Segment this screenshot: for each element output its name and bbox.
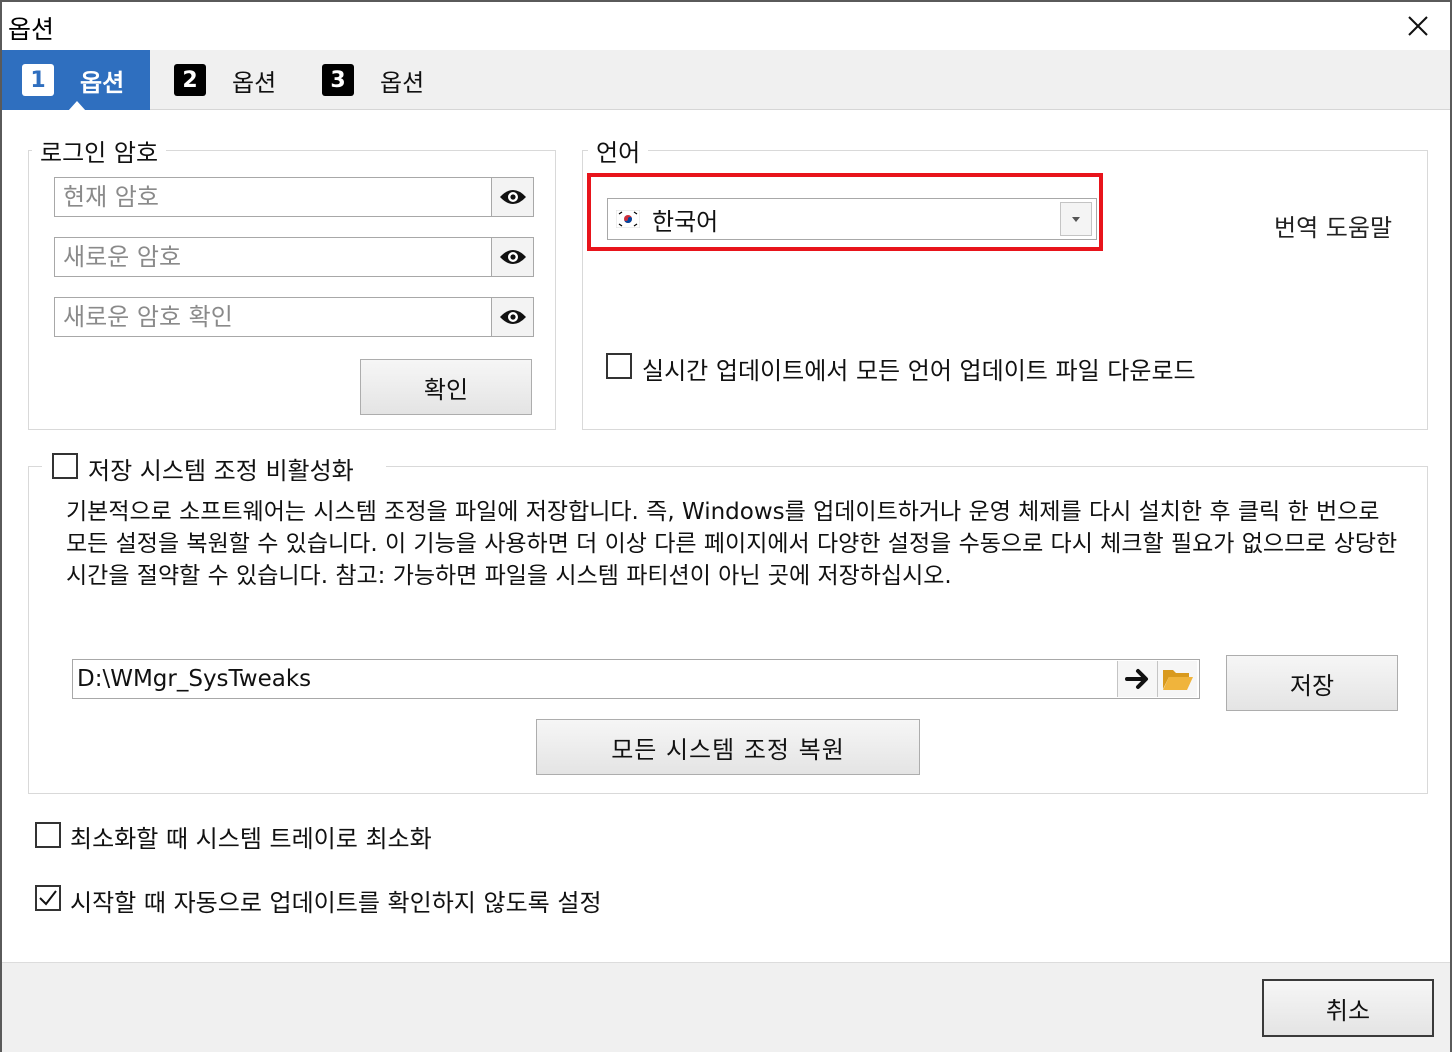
language-legend: 언어 xyxy=(588,133,649,168)
close-button[interactable] xyxy=(1394,6,1442,46)
show-password-button[interactable] xyxy=(491,238,533,276)
tab-label: 옵션 xyxy=(232,68,277,97)
language-select[interactable]: 한국어 xyxy=(607,198,1097,240)
no-auto-update-label: 시작할 때 자동으로 업데이트를 확인하지 않도록 설정 xyxy=(70,889,602,917)
tab-number-badge: 3 xyxy=(322,64,354,96)
download-all-languages-checkbox[interactable] xyxy=(606,353,632,379)
folder-open-icon xyxy=(1162,670,1193,690)
new-password-input[interactable] xyxy=(55,238,491,276)
confirm-new-password-input[interactable] xyxy=(55,298,491,336)
disable-save-tweaks-label: 저장 시스템 조정 비활성화 xyxy=(88,457,354,485)
tab-options-2[interactable]: 2 옵션 xyxy=(154,50,300,110)
eye-icon xyxy=(499,190,526,204)
tab-options-3[interactable]: 3 옵션 xyxy=(302,50,448,110)
current-password-field[interactable] xyxy=(54,177,534,217)
save-path-field[interactable] xyxy=(72,659,1200,699)
active-tab-indicator xyxy=(68,101,86,111)
browse-folder-button[interactable] xyxy=(1157,661,1197,697)
download-all-languages-label: 실시간 업데이트에서 모든 언어 업데이트 파일 다운로드 xyxy=(642,357,1196,385)
tab-number-badge: 2 xyxy=(174,64,206,96)
chevron-down-icon xyxy=(1072,216,1080,222)
minimize-to-tray-label: 최소화할 때 시스템 트레이로 최소화 xyxy=(70,825,432,853)
footer-bar: 취소 xyxy=(2,962,1450,1052)
current-password-input[interactable] xyxy=(55,178,491,216)
show-password-button[interactable] xyxy=(491,178,533,216)
show-password-button[interactable] xyxy=(491,298,533,336)
minimize-to-tray-checkbox[interactable] xyxy=(35,822,61,848)
new-password-field[interactable] xyxy=(54,237,534,277)
tab-options-1[interactable]: 1 옵션 xyxy=(2,50,150,111)
arrow-right-icon xyxy=(1124,669,1148,689)
go-to-path-button[interactable] xyxy=(1117,661,1157,697)
tab-label: 옵션 xyxy=(80,68,125,97)
disable-save-tweaks-checkbox[interactable] xyxy=(52,453,78,479)
save-tweaks-description: 기본적으로 소프트웨어는 시스템 조정을 파일에 저장합니다. 즉, Windo… xyxy=(66,499,1398,589)
dropdown-button[interactable] xyxy=(1060,202,1092,236)
eye-icon xyxy=(499,250,526,264)
language-selected-value: 한국어 xyxy=(652,207,719,236)
cancel-button[interactable]: 취소 xyxy=(1262,979,1434,1037)
tab-label: 옵션 xyxy=(380,68,425,97)
no-auto-update-checkbox[interactable] xyxy=(35,885,61,911)
window-title: 옵션 xyxy=(8,15,55,44)
tab-number-badge: 1 xyxy=(22,64,54,96)
korea-flag-icon xyxy=(616,210,640,228)
confirm-new-password-field[interactable] xyxy=(54,297,534,337)
checkmark-icon xyxy=(39,890,57,906)
title-bar: 옵션 xyxy=(2,2,1450,50)
save-path-input[interactable] xyxy=(73,660,1113,698)
restore-all-tweaks-button[interactable]: 모든 시스템 조정 복원 xyxy=(536,719,920,775)
login-password-legend: 로그인 암호 xyxy=(32,133,167,168)
save-button[interactable]: 저장 xyxy=(1226,655,1398,711)
translation-help-link[interactable]: 번역 도움말 xyxy=(1274,208,1392,243)
close-icon xyxy=(1408,16,1428,36)
eye-icon xyxy=(499,310,526,324)
tab-bar: 1 옵션 2 옵션 3 옵션 xyxy=(2,50,1450,111)
options-dialog: 옵션 1 옵션 2 옵션 3 옵션 로그인 암호 확인 언어 한국어 번역 도움… xyxy=(0,0,1452,1052)
confirm-password-button[interactable]: 확인 xyxy=(360,359,532,415)
